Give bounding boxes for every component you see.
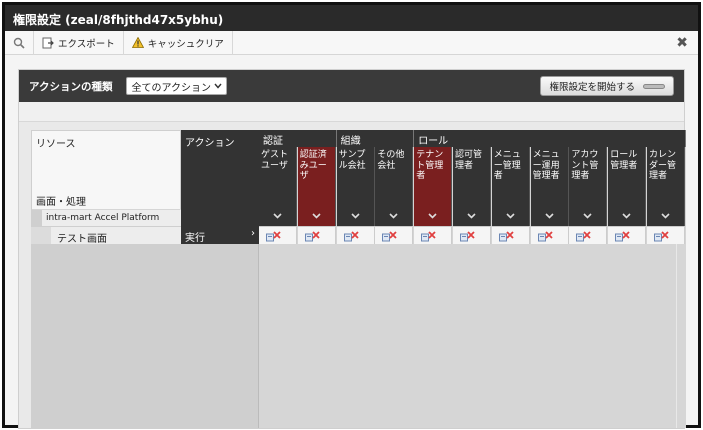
chevron-down-icon: [647, 212, 684, 223]
resource-header-cell: リソース 画面・処理 intra-mart Accel Platform: [31, 130, 182, 228]
column-label: メニュー管理者: [493, 150, 521, 181]
chevron-down-icon: [453, 212, 490, 223]
permission-denied-icon: [654, 231, 669, 242]
permission-settings-window: 権限設定 (zeal/8fhjthd47x5ybhu) エクスポート キャッシュ…: [2, 2, 701, 429]
permission-denied-icon: [460, 231, 475, 242]
cache-clear-button[interactable]: キャッシュクリア: [124, 30, 233, 55]
panel-subbar: [19, 102, 684, 122]
permission-cell[interactable]: [336, 226, 375, 244]
platform-node-label: intra-mart Accel Platform: [46, 213, 160, 223]
permission-denied-icon: [343, 231, 359, 242]
action-type-select-value: 全てのアクション: [131, 82, 211, 94]
permission-cell[interactable]: [375, 226, 414, 244]
permission-denied-icon: [498, 231, 514, 242]
column-header[interactable]: その他会社: [375, 147, 414, 226]
permission-denied-icon: [266, 231, 281, 242]
chevron-down-icon: [414, 212, 451, 223]
chevron-down-icon: [337, 212, 374, 223]
permission-cell[interactable]: [530, 226, 569, 244]
permission-cell[interactable]: [569, 226, 608, 244]
column-header[interactable]: アカウント管理者: [569, 147, 608, 226]
panel-header: アクションの種類 全てのアクション 権限設定を開始する: [19, 70, 684, 102]
permission-denied-icon: [421, 231, 436, 242]
column-header[interactable]: カレンダー管理者: [647, 147, 685, 226]
column-header[interactable]: メニュー運用管理者: [530, 147, 569, 226]
column-header[interactable]: ゲストユーザ: [259, 147, 297, 226]
column-label: ゲストユーザ: [261, 150, 289, 171]
permission-denied-icon: [537, 231, 553, 242]
export-label: エクスポート: [58, 38, 115, 50]
chevron-down-icon: [569, 212, 606, 223]
column-label: カレンダー管理者: [649, 150, 677, 181]
chevron-down-icon: [492, 212, 529, 223]
resource-cell[interactable]: テスト画面: [31, 226, 181, 245]
permission-cell[interactable]: [259, 226, 297, 244]
permission-denied-icon: [615, 231, 630, 242]
column-label: ロール管理者: [610, 150, 638, 171]
column-label: アカウント管理者: [571, 150, 599, 181]
start-permission-label: 権限設定を開始する: [549, 82, 635, 93]
table-row: テスト画面 実行 ›: [31, 226, 259, 245]
screen-process-header: 画面・処理: [36, 197, 86, 208]
chevron-down-icon: [298, 212, 335, 223]
action-header: アクション: [181, 130, 259, 226]
export-icon: [42, 37, 54, 48]
platform-node[interactable]: intra-mart Accel Platform: [32, 209, 182, 228]
export-button[interactable]: エクスポート: [34, 30, 124, 55]
permission-denied-icon: [576, 231, 592, 242]
group-header: ロール: [414, 130, 686, 147]
resource-header: リソース: [36, 139, 76, 150]
warning-icon: [131, 37, 144, 48]
resource-area-empty: [31, 244, 259, 428]
column-header[interactable]: 認可管理者: [453, 147, 491, 226]
action-name: 実行: [185, 233, 205, 244]
column-header[interactable]: テナント管理者: [414, 147, 453, 226]
cache-clear-label: キャッシュクリア: [147, 38, 224, 50]
chevron-down-icon: [259, 212, 296, 223]
permission-cell[interactable]: [453, 226, 491, 244]
column-label: 認証済みユーザ: [299, 150, 327, 181]
permission-cell[interactable]: [491, 226, 530, 244]
action-type-select[interactable]: 全てのアクション: [126, 77, 227, 95]
permission-area-empty: [259, 244, 686, 428]
window-title: 権限設定 (zeal/8fhjthd47x5ybhu): [5, 5, 698, 31]
column-header[interactable]: サンプル会社: [336, 147, 375, 226]
permission-cell[interactable]: [608, 226, 647, 244]
column-label: テナント管理者: [416, 150, 444, 181]
resource-name: テスト画面: [57, 234, 107, 245]
permission-denied-icon: [382, 231, 398, 242]
chevron-down-icon: [375, 212, 412, 223]
column-header[interactable]: 認証済みユーザ: [297, 147, 336, 226]
chevron-down-icon: [531, 212, 568, 223]
search-button[interactable]: [5, 30, 34, 55]
column-label: 認可管理者: [455, 150, 483, 171]
group-header: 認証: [259, 130, 337, 147]
chevron-down-icon: [608, 212, 645, 223]
permission-denied-icon: [304, 231, 320, 242]
permission-cell[interactable]: [297, 226, 336, 244]
column-label: サンプル会社: [338, 150, 366, 171]
column-label: メニュー運用管理者: [532, 150, 560, 181]
permission-cell[interactable]: [647, 226, 685, 244]
toolbar: エクスポート キャッシュクリア ✖: [5, 30, 698, 55]
chevron-right-icon: ›: [251, 228, 255, 239]
start-permission-button[interactable]: 権限設定を開始する: [540, 76, 674, 96]
permission-panel: アクションの種類 全てのアクション 権限設定を開始する リソース 画面・処理 i…: [18, 69, 686, 429]
search-icon: [13, 37, 25, 49]
permission-cell[interactable]: [414, 226, 453, 244]
action-cell[interactable]: 実行 ›: [181, 226, 259, 244]
toggle-icon: [643, 83, 665, 89]
action-type-label: アクションの種類: [29, 80, 113, 93]
chevron-down-icon: [214, 83, 222, 89]
column-label: その他会社: [377, 150, 405, 171]
column-header[interactable]: ロール管理者: [608, 147, 647, 226]
group-header: 組織: [336, 130, 415, 147]
column-header[interactable]: メニュー管理者: [491, 147, 530, 226]
close-icon[interactable]: ✖: [676, 35, 688, 51]
permission-grid: リソース 画面・処理 intra-mart Accel Platform アクシ…: [31, 130, 686, 428]
